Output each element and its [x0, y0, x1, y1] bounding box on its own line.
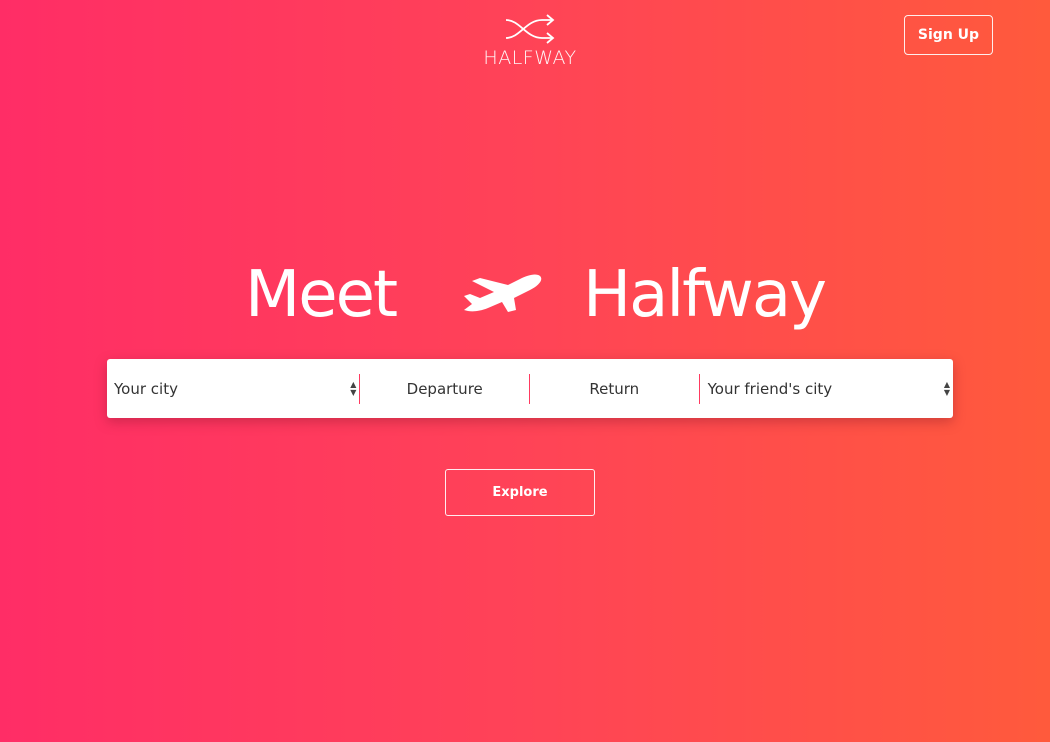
logo-text: HALFWAY: [483, 47, 577, 69]
select-arrows-icon: ▲ ▼: [943, 379, 950, 397]
departure-date-input[interactable]: Departure: [360, 359, 529, 418]
explore-button[interactable]: Explore: [445, 469, 595, 516]
hero-word-meet: Meet: [245, 258, 398, 332]
logo[interactable]: HALFWAY: [475, 12, 585, 69]
airplane-icon: [462, 272, 544, 322]
your-city-placeholder: Your city: [114, 379, 178, 398]
search-bar: Your city ▲ ▼ Departure Return Your frien…: [107, 359, 953, 418]
return-date-input[interactable]: Return: [530, 359, 699, 418]
departure-placeholder: Departure: [406, 379, 483, 398]
friend-city-placeholder: Your friend's city: [707, 379, 833, 398]
friend-city-select[interactable]: Your friend's city ▲ ▼: [700, 359, 953, 418]
sign-up-button[interactable]: Sign Up: [904, 15, 993, 55]
select-arrows-icon: ▲ ▼: [350, 379, 357, 397]
hero-word-halfway: Halfway: [583, 258, 827, 332]
your-city-select[interactable]: Your city ▲ ▼: [107, 359, 359, 418]
return-placeholder: Return: [589, 379, 640, 398]
shuffle-arrows-icon: [475, 12, 585, 46]
hero-title: Meet Halfway: [0, 250, 1050, 340]
